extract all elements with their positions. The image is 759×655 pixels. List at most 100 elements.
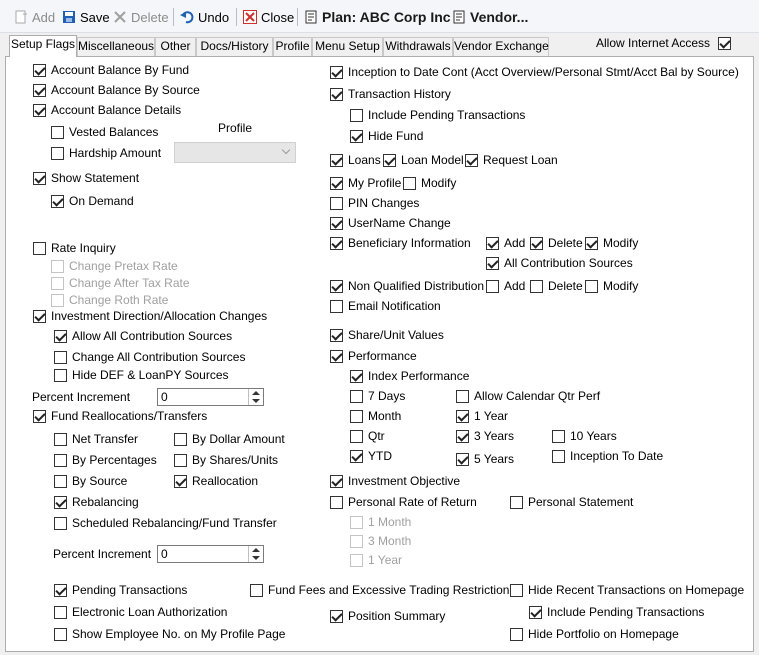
nqd-add-checkbox[interactable]: Add [486,278,525,294]
delete-button[interactable]: Delete [113,7,169,27]
nqd-modify-checkbox[interactable]: Modify [585,278,638,294]
checkbox-box [350,449,363,463]
tab-setup-flags[interactable]: Setup Flags [9,35,77,57]
checkbox-box [530,279,543,293]
beneficiary-add-checkbox[interactable]: Add [486,235,525,251]
hide-def-loanpy-checkbox[interactable]: Hide DEF & LoanPY Sources [54,367,229,383]
my-profile-checkbox[interactable]: My Profile [330,175,401,191]
inception-to-date-cont-checkbox[interactable]: Inception to Date Cont (Acct Overview/Pe… [330,64,739,80]
tab-withdrawals[interactable]: Withdrawals [383,37,453,56]
electronic-loan-authorization-checkbox[interactable]: Electronic Loan Authorization [54,604,227,620]
pending-transactions-checkbox[interactable]: Pending Transactions [54,582,187,598]
nqd-delete-checkbox[interactable]: Delete [530,278,583,294]
username-change-checkbox[interactable]: UserName Change [330,215,451,231]
allow-all-contribution-sources-checkbox[interactable]: Allow All Contribution Sources [54,328,232,344]
on-demand-checkbox[interactable]: On Demand [51,193,134,209]
scheduled-rebalancing-checkbox[interactable]: Scheduled Rebalancing/Fund Transfer [54,515,277,531]
add-button[interactable]: Add [14,7,55,27]
tab-profile[interactable]: Profile [273,37,312,56]
rate-inquiry-checkbox[interactable]: Rate Inquiry [33,240,116,256]
account-balance-by-fund-checkbox[interactable]: Account Balance By Fund [33,62,189,78]
spin-up-icon[interactable] [252,391,260,395]
change-all-contribution-sources-checkbox[interactable]: Change All Contribution Sources [54,349,245,365]
allow-calendar-qtr-perf-checkbox[interactable]: Allow Calendar Qtr Perf [456,388,600,404]
perf-inception-to-date-checkbox[interactable]: Inception To Date [552,448,663,464]
hide-fund-checkbox[interactable]: Hide Fund [350,128,423,144]
spinner-arrows[interactable] [248,389,263,405]
net-transfer-checkbox[interactable]: Net Transfer [54,431,138,447]
email-notification-checkbox[interactable]: Email Notification [330,298,441,314]
tab-miscellaneous[interactable]: Miscellaneous [77,37,155,56]
hardship-amount-checkbox[interactable]: Hardship Amount [51,145,161,161]
perf-3-years-checkbox[interactable]: 3 Years [456,428,514,444]
hide-recent-transactions-checkbox[interactable]: Hide Recent Transactions on Homepage [510,582,744,598]
perf-ytd-checkbox[interactable]: YTD [350,448,392,464]
checkbox-box [250,583,263,597]
tab-other[interactable]: Other [155,37,196,56]
percent-increment-input[interactable]: 0 [157,388,264,406]
checkbox-box [33,241,46,255]
perf-7-days-checkbox[interactable]: 7 Days [350,388,405,404]
perf-5-years-checkbox[interactable]: 5 Years [456,451,514,467]
personal-statement-checkbox[interactable]: Personal Statement [510,494,633,510]
close-button[interactable]: Close [243,7,294,27]
checkbox-box [54,368,67,382]
fund-reallocations-checkbox[interactable]: Fund Reallocations/Transfers [33,408,207,424]
non-qualified-distribution-checkbox[interactable]: Non Qualified Distribution [330,278,484,294]
perf-month-checkbox[interactable]: Month [350,408,401,424]
checkbox-box [330,299,343,313]
percent-increment-input[interactable]: 0 [157,545,264,563]
spin-up-icon[interactable] [252,548,260,552]
undo-button[interactable]: Undo [180,7,229,27]
rebalancing-checkbox[interactable]: Rebalancing [54,494,139,510]
fund-fees-checkbox[interactable]: Fund Fees and Excessive Trading Restrict… [250,582,515,598]
investment-direction-checkbox[interactable]: Investment Direction/Allocation Changes [33,308,267,324]
spin-down-icon[interactable] [252,399,260,403]
beneficiary-all-contribution-sources-checkbox[interactable]: All Contribution Sources [486,255,633,271]
tab-menu-setup[interactable]: Menu Setup [312,37,383,56]
tab-docs-history[interactable]: Docs/History [196,37,273,56]
perf-1-year-checkbox[interactable]: 1 Year [456,408,508,424]
investment-objective-checkbox[interactable]: Investment Objective [330,473,460,489]
modify-profile-checkbox[interactable]: Modify [403,175,456,191]
reallocation-checkbox[interactable]: Reallocation [174,473,258,489]
share-unit-values-checkbox[interactable]: Share/Unit Values [330,327,444,343]
account-balance-by-source-checkbox[interactable]: Account Balance By Source [33,82,200,98]
index-performance-checkbox[interactable]: Index Performance [350,368,469,384]
checkbox-box [350,389,363,403]
request-loan-checkbox[interactable]: Request Loan [465,152,558,168]
personal-rate-of-return-checkbox[interactable]: Personal Rate of Return [330,494,477,510]
show-statement-checkbox[interactable]: Show Statement [33,170,139,186]
perf-10-years-checkbox[interactable]: 10 Years [552,428,617,444]
beneficiary-information-checkbox[interactable]: Beneficiary Information [330,235,471,251]
loans-checkbox[interactable]: Loans [330,152,381,168]
beneficiary-modify-checkbox[interactable]: Modify [585,235,638,251]
performance-checkbox[interactable]: Performance [330,348,417,364]
perf-qtr-checkbox[interactable]: Qtr [350,428,385,444]
include-pending-transactions-home-checkbox[interactable]: Include Pending Transactions [529,604,704,620]
vendor-button[interactable]: Vendor... [452,7,528,27]
include-pending-transactions-checkbox[interactable]: Include Pending Transactions [350,107,525,123]
transaction-history-checkbox[interactable]: Transaction History [330,86,451,102]
spinner-arrows[interactable] [248,546,263,562]
show-employee-no-checkbox[interactable]: Show Employee No. on My Profile Page [54,626,285,642]
by-dollar-amount-checkbox[interactable]: By Dollar Amount [174,431,285,447]
beneficiary-delete-checkbox[interactable]: Delete [530,235,583,251]
account-balance-details-checkbox[interactable]: Account Balance Details [33,102,181,118]
profile-dropdown[interactable] [174,142,296,163]
spin-down-icon[interactable] [252,556,260,560]
vested-balances-checkbox[interactable]: Vested Balances [51,124,158,140]
allow-internet-access-checkbox[interactable]: Allow Internet Access [596,35,732,51]
loan-model-checkbox[interactable]: Loan Model [383,152,464,168]
plan-button[interactable]: Plan: ABC Corp Inc [304,7,451,27]
save-button[interactable]: Save [62,7,110,27]
hide-portfolio-checkbox[interactable]: Hide Portfolio on Homepage [510,626,679,642]
by-shares-units-checkbox[interactable]: By Shares/Units [174,452,278,468]
by-source-checkbox[interactable]: By Source [54,473,127,489]
checkbox-label: Account Balance Details [51,103,182,117]
tab-vendor-exchange[interactable]: Vendor Exchange [453,37,549,56]
pin-changes-checkbox[interactable]: PIN Changes [330,195,419,211]
by-percentages-checkbox[interactable]: By Percentages [54,452,157,468]
position-summary-checkbox[interactable]: Position Summary [330,608,445,624]
checkbox-label: Hide DEF & LoanPY Sources [72,368,229,382]
